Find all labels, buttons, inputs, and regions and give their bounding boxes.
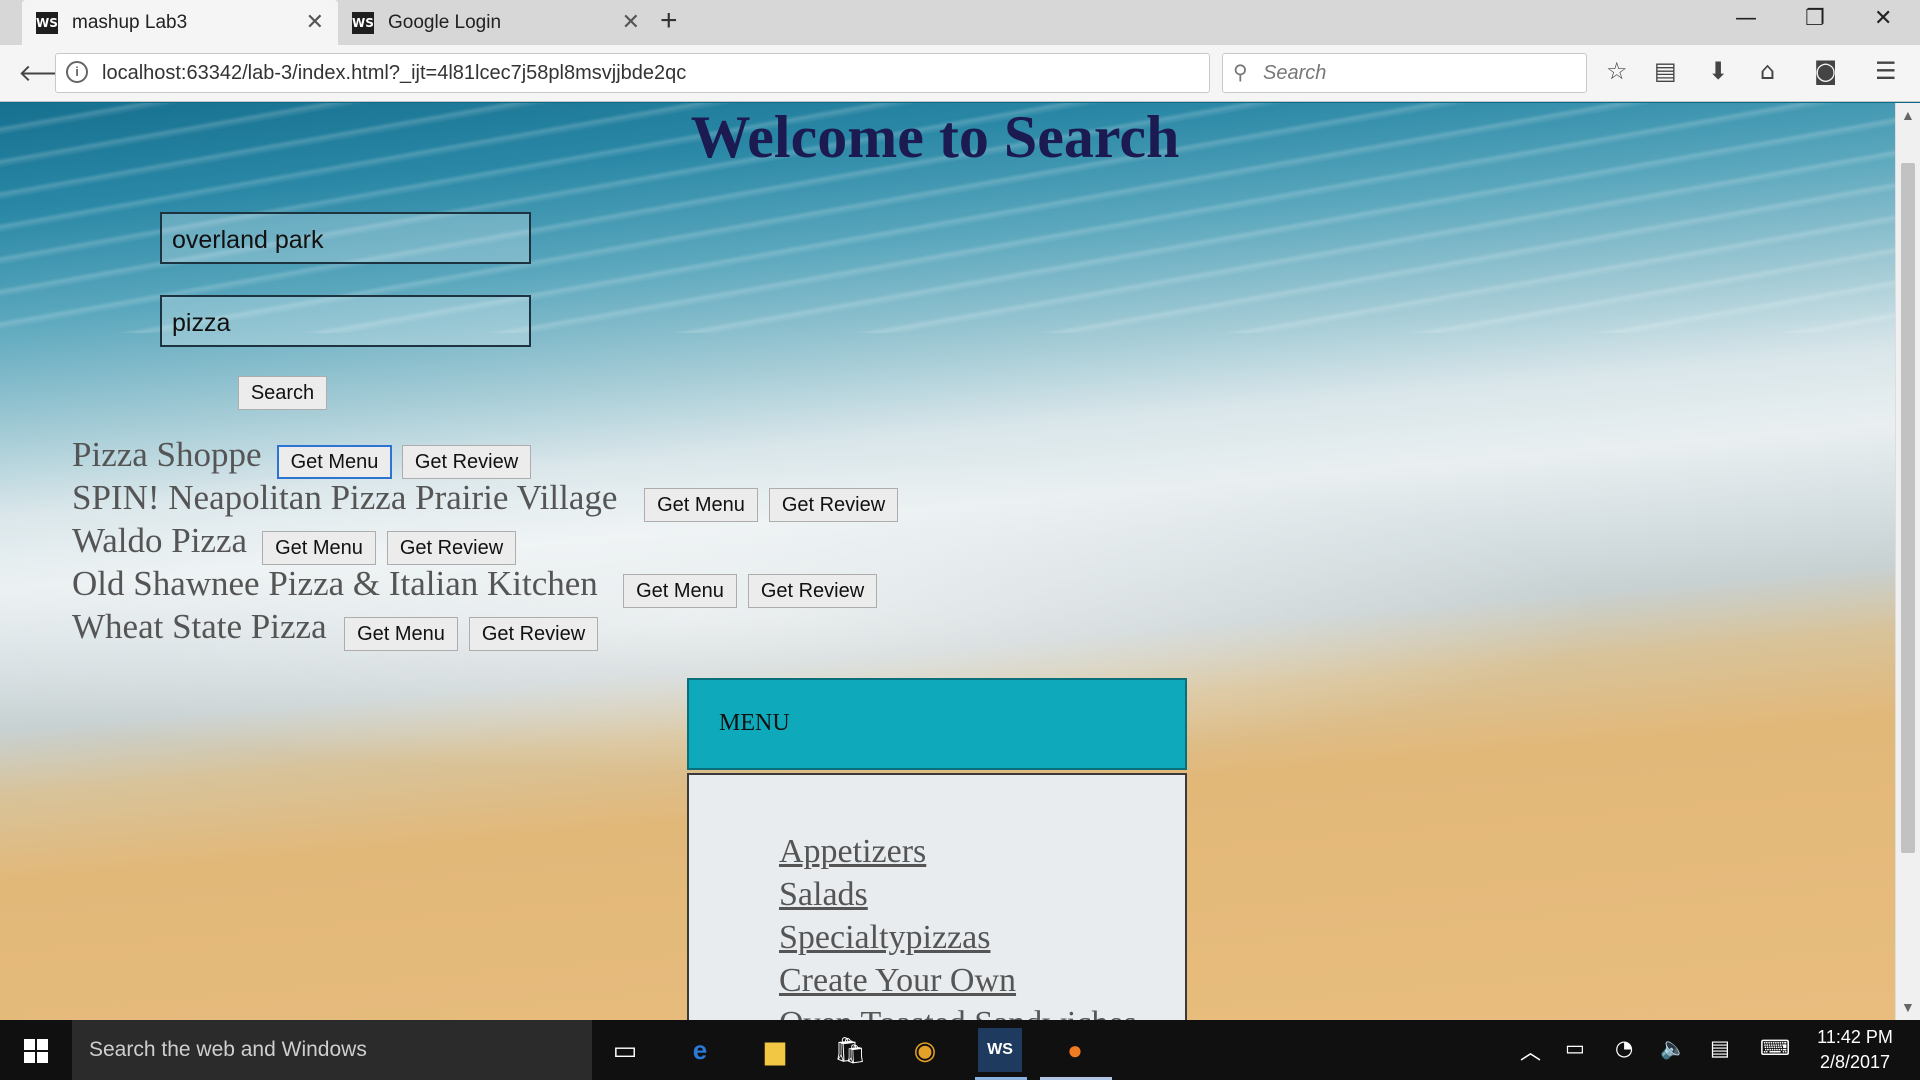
tab-google-login[interactable]: WS Google Login ✕ <box>338 0 654 45</box>
get-review-button[interactable]: Get Review <box>387 531 516 565</box>
menu-link-create-your-own[interactable]: Create Your Own <box>779 962 1016 1000</box>
result-name: Pizza Shoppe <box>72 435 262 474</box>
get-menu-button[interactable]: Get Menu <box>277 445 392 479</box>
result-name: Wheat State Pizza <box>72 607 327 646</box>
webstorm-favicon-icon: WS <box>352 11 374 34</box>
clock-time: 11:42 PM <box>1817 1027 1893 1047</box>
reading-list-icon[interactable]: ▤ <box>1654 57 1677 85</box>
tab-label: Google Login <box>388 11 502 33</box>
info-icon[interactable]: i <box>66 61 88 83</box>
result-name: SPIN! Neapolitan Pizza Prairie Village <box>72 478 618 517</box>
menu-link-specialtypizzas[interactable]: Specialtypizzas <box>779 919 990 957</box>
close-tab-icon[interactable]: ✕ <box>306 9 324 35</box>
get-review-button[interactable]: Get Review <box>402 445 531 479</box>
result-name: Old Shawnee Pizza & Italian Kitchen <box>72 564 598 603</box>
start-button[interactable] <box>0 1020 70 1080</box>
battery-icon[interactable]: ▭ <box>1565 1036 1585 1060</box>
restore-button[interactable]: ❐ <box>1805 6 1825 31</box>
page-viewport: Welcome to Search overland park pizza Se… <box>0 103 1895 1020</box>
page-title: Welcome to Search <box>690 104 1180 170</box>
pocket-icon[interactable]: ◙ <box>1814 57 1837 85</box>
edge-icon[interactable]: e <box>678 1028 722 1072</box>
result-name: Waldo Pizza <box>72 521 248 560</box>
tab-mashup-lab3[interactable]: WS mashup Lab3 ✕ <box>22 0 338 45</box>
show-hidden-icons-icon[interactable]: ︿ <box>1520 1036 1541 1066</box>
close-window-button[interactable]: ✕ <box>1874 6 1892 31</box>
menu-body: Appetizers Salads Specialtypizzas Create… <box>687 773 1187 1020</box>
navigation-bar: 🡐 i localhost:63342/lab-3/index.html?_ij… <box>0 45 1920 102</box>
get-menu-button[interactable]: Get Menu <box>644 488 758 522</box>
menu-header-label: MENU <box>719 710 790 736</box>
home-icon[interactable]: ⌂ <box>1760 57 1775 85</box>
get-menu-button[interactable]: Get Menu <box>623 574 737 608</box>
get-menu-button[interactable]: Get Menu <box>344 617 458 651</box>
tab-bar: WS mashup Lab3 ✕ WS Google Login ✕ + — ❐… <box>0 0 1920 45</box>
search-term-input[interactable]: pizza <box>160 295 531 347</box>
tab-label: mashup Lab3 <box>72 11 188 33</box>
location-input[interactable]: overland park <box>160 212 531 264</box>
scroll-up-icon[interactable]: ▲ <box>1901 107 1915 123</box>
url-text[interactable]: localhost:63342/lab-3/index.html?_ijt=4l… <box>102 62 686 85</box>
firefox-icon[interactable]: ● <box>1053 1028 1097 1072</box>
vertical-scrollbar[interactable]: ▲ ▼ <box>1895 103 1920 1020</box>
search-button[interactable]: Search <box>238 376 327 410</box>
keyboard-icon[interactable]: ⌨ <box>1760 1036 1790 1060</box>
search-icon: ⚲ <box>1233 62 1248 84</box>
menu-link-salads[interactable]: Salads <box>779 876 868 914</box>
close-tab-icon[interactable]: ✕ <box>622 9 640 35</box>
get-menu-button[interactable]: Get Menu <box>262 531 376 565</box>
get-review-button[interactable]: Get Review <box>469 617 598 651</box>
address-bar[interactable]: i localhost:63342/lab-3/index.html?_ijt=… <box>55 53 1246 93</box>
webstorm-icon[interactable]: WS <box>978 1028 1022 1072</box>
browser-search-field[interactable]: ⚲ Search <box>1222 53 1587 93</box>
notifications-icon[interactable]: ▤ <box>1710 1036 1730 1060</box>
wifi-icon[interactable]: ◔ <box>1615 1036 1633 1060</box>
new-tab-button[interactable]: + <box>660 4 678 38</box>
menu-hamburger-icon[interactable]: ☰ <box>1875 57 1897 85</box>
menu-link-oven-toasted-sandwiches[interactable]: Oven Toasted Sandwiches <box>779 1005 1137 1020</box>
get-review-button[interactable]: Get Review <box>748 574 877 608</box>
get-review-button[interactable]: Get Review <box>769 488 898 522</box>
taskbar-search-field[interactable]: Search the web and Windows <box>72 1020 592 1080</box>
chrome-icon[interactable]: ◉ <box>903 1028 947 1072</box>
minimize-button[interactable]: — <box>1735 6 1757 31</box>
scroll-thumb[interactable] <box>1901 163 1915 853</box>
clock[interactable]: 11:42 PM 2/8/2017 <box>1805 1025 1905 1075</box>
volume-icon[interactable]: 🔈 <box>1660 1036 1686 1061</box>
clock-date: 2/8/2017 <box>1819 1052 1891 1072</box>
scroll-down-icon[interactable]: ▼ <box>1901 999 1915 1015</box>
menu-link-appetizers[interactable]: Appetizers <box>779 833 926 871</box>
menu-header: MENU <box>687 678 1187 770</box>
browser-search-placeholder: Search <box>1263 62 1327 84</box>
file-explorer-icon[interactable]: ▆ <box>753 1028 797 1072</box>
bookmark-star-icon[interactable]: ☆ <box>1606 57 1628 85</box>
download-icon[interactable]: ⬇ <box>1708 57 1728 85</box>
windows-taskbar: Search the web and Windows ▭ e ▆ 🛍 ◉ WS … <box>0 1020 1920 1080</box>
task-view-icon[interactable]: ▭ <box>603 1028 647 1072</box>
webstorm-favicon-icon: WS <box>36 11 58 34</box>
store-icon[interactable]: 🛍 <box>828 1028 872 1072</box>
